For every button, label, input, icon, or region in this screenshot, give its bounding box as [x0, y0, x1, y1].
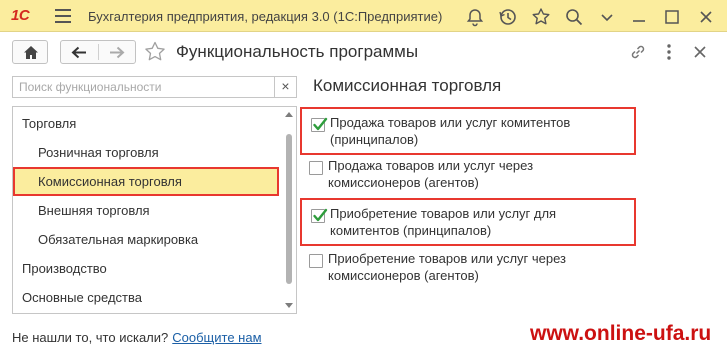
option-purchase-via-agents: Приобретение товаров или услуг через ком…	[300, 245, 636, 293]
option-label[interactable]: Приобретение товаров или услуг для комит…	[330, 205, 630, 239]
tree-item-mandatory-marking[interactable]: Обязательная маркировка	[13, 225, 283, 254]
title-bar: 1С Бухгалтерия предприятия, редакция 3.0…	[0, 0, 727, 32]
1c-logo: 1С	[8, 6, 42, 26]
checkbox[interactable]	[309, 254, 323, 268]
close-form-icon[interactable]	[693, 45, 707, 59]
scroll-up-icon[interactable]	[285, 112, 293, 117]
more-icon[interactable]	[666, 43, 672, 61]
option-sale-from-consignors: Продажа товаров или услуг комитентов (пр…	[300, 107, 636, 155]
functionality-tree: Торговля Розничная торговля Комиссионная…	[12, 106, 297, 314]
arrow-right-icon[interactable]	[109, 46, 125, 59]
not-found-hint: Не нашли то, что искали? Сообщите нам	[12, 330, 262, 345]
checkmark-icon	[313, 208, 328, 222]
history-icon[interactable]	[497, 6, 519, 28]
section-title: Комиссионная торговля	[313, 76, 502, 95]
option-sale-via-agents: Продажа товаров или услуг через комиссио…	[300, 152, 636, 200]
scrollbar[interactable]	[283, 108, 295, 312]
checkbox[interactable]	[311, 208, 328, 223]
logo-text: 1С	[11, 7, 30, 24]
option-purchase-for-consignors: Приобретение товаров или услуг для комит…	[300, 198, 636, 246]
link-icon[interactable]	[629, 43, 647, 61]
divider	[98, 44, 99, 60]
page-title: Функциональность программы	[176, 42, 419, 61]
arrow-left-icon[interactable]	[71, 46, 87, 59]
search-icon[interactable]	[563, 6, 585, 28]
dropdown-menu-icon[interactable]	[596, 6, 618, 28]
search-field: ×	[12, 76, 297, 98]
home-icon	[24, 46, 38, 59]
checkmark-icon	[313, 117, 328, 131]
tree-item-label: Розничная торговля	[38, 145, 159, 160]
close-icon[interactable]	[695, 6, 717, 28]
clear-search-button[interactable]: ×	[274, 77, 296, 97]
tree-item-commission-trade[interactable]: Комиссионная торговля	[13, 167, 279, 196]
contact-us-link[interactable]: Сообщите нам	[172, 330, 261, 345]
minimize-icon[interactable]	[628, 6, 650, 28]
tree-item-trade[interactable]: Торговля	[13, 109, 283, 138]
star-icon[interactable]	[530, 6, 552, 28]
tree-item-retail[interactable]: Розничная торговля	[13, 138, 283, 167]
search-input[interactable]	[13, 77, 275, 97]
option-label[interactable]: Продажа товаров или услуг через комиссио…	[328, 157, 628, 191]
tree-item-foreign-trade[interactable]: Внешняя торговля	[13, 196, 283, 225]
not-found-text: Не нашли то, что искали?	[12, 330, 169, 345]
watermark: www.online-ufa.ru	[530, 322, 712, 345]
tree-item-fixed-assets[interactable]: Основные средства	[13, 283, 283, 312]
checkbox[interactable]	[311, 117, 328, 132]
checkbox[interactable]	[309, 161, 323, 175]
tree-item-label: Торговля	[22, 116, 77, 131]
option-label[interactable]: Продажа товаров или услуг комитентов (пр…	[330, 114, 630, 148]
home-button[interactable]	[12, 40, 48, 64]
scroll-thumb[interactable]	[286, 134, 292, 284]
tree-item-label: Внешняя торговля	[38, 203, 150, 218]
bell-icon[interactable]	[464, 6, 486, 28]
star-outline-icon[interactable]	[143, 40, 167, 64]
scroll-down-icon[interactable]	[285, 303, 293, 308]
option-label[interactable]: Приобретение товаров или услуг через ком…	[328, 250, 628, 284]
tree-item-label: Производство	[22, 261, 107, 276]
tree-item-label: Обязательная маркировка	[38, 232, 199, 247]
maximize-icon[interactable]	[661, 6, 683, 28]
window-title: Бухгалтерия предприятия, редакция 3.0 (1…	[88, 9, 443, 24]
tree-item-production[interactable]: Производство	[13, 254, 283, 283]
tree-item-label: Основные средства	[22, 290, 142, 305]
main-menu-icon[interactable]	[55, 9, 71, 23]
tree-item-label: Комиссионная торговля	[38, 174, 182, 189]
navigation-buttons	[60, 40, 136, 64]
